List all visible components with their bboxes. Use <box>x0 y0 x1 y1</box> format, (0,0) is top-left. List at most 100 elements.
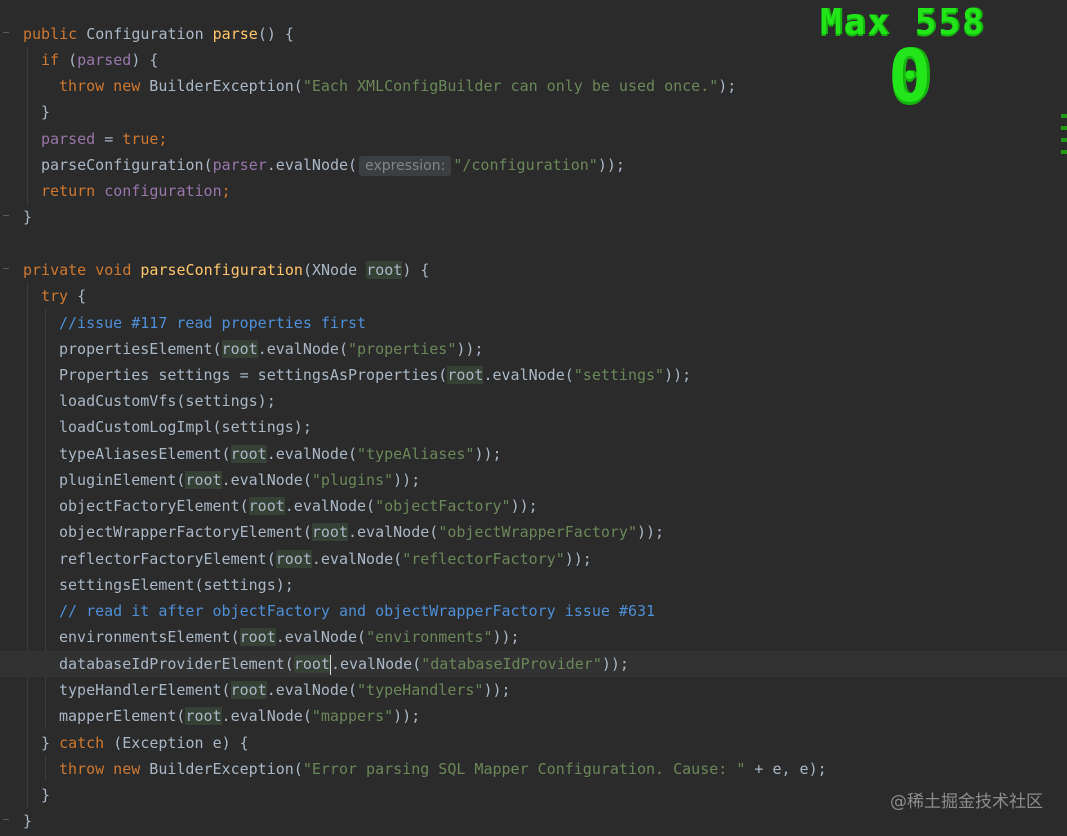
string-literal: "settings" <box>573 366 665 384</box>
keyword: catch <box>59 734 105 752</box>
code-text: .evalNode( <box>275 628 367 646</box>
code-text: } <box>23 208 33 226</box>
code-line[interactable]: } catch (Exception e) { <box>0 730 1067 756</box>
code-text: reflectorFactoryElement( <box>59 550 276 568</box>
code-text: typeHandlerElement( <box>59 681 231 699</box>
code-text: pluginElement( <box>59 471 186 489</box>
code-line[interactable]: loadCustomLogImpl(settings); <box>0 414 1067 440</box>
code-text: .evalNode( <box>266 156 358 174</box>
code-text: )); <box>601 655 629 673</box>
code-text: () { <box>257 25 294 43</box>
code-text: environmentsElement( <box>59 628 240 646</box>
counter-value: 0 <box>888 34 932 118</box>
code-line[interactable]: typeAliasesElement(root.evalNode("typeAl… <box>0 441 1067 467</box>
code-line[interactable]: loadCustomVfs(settings); <box>0 388 1067 414</box>
type-name: Configuration <box>77 25 213 43</box>
root-reference: root <box>221 340 258 358</box>
code-line[interactable]: throw new BuilderException("Error parsin… <box>0 756 1067 782</box>
code-text: )); <box>492 628 520 646</box>
code-text: ) { <box>402 261 430 279</box>
code-line[interactable]: propertiesElement(root.evalNode("propert… <box>0 336 1067 362</box>
field-name: parsed <box>77 51 132 69</box>
code-editor[interactable]: public Configuration parse() { if (parse… <box>0 0 1067 836</box>
root-reference: root <box>230 681 267 699</box>
code-line[interactable]: objectWrapperFactoryElement(root.evalNod… <box>0 519 1067 545</box>
code-text: } <box>41 786 51 804</box>
code-line[interactable]: parsed = true; <box>0 126 1067 152</box>
root-reference: root <box>185 707 222 725</box>
string-literal: "mappers" <box>311 707 394 725</box>
scrollbar-marker[interactable] <box>1061 138 1067 142</box>
code-line[interactable]: return configuration; <box>0 178 1067 204</box>
root-reference: root <box>230 445 267 463</box>
code-comment: //issue #117 read properties first <box>59 314 367 332</box>
fold-marker-icon[interactable] <box>3 819 9 823</box>
code-text: .evalNode( <box>311 550 403 568</box>
code-text: { <box>68 287 87 305</box>
code-line[interactable]: objectFactoryElement(root.evalNode("obje… <box>0 493 1067 519</box>
code-text: .evalNode( <box>221 707 312 725</box>
code-line[interactable]: typeHandlerElement(root.evalNode("typeHa… <box>0 677 1067 703</box>
code-text: )); <box>474 445 502 463</box>
root-reference: root <box>293 655 330 673</box>
fold-marker-icon[interactable] <box>3 215 9 219</box>
root-reference: root <box>185 471 222 489</box>
method-name: parse <box>212 25 258 43</box>
code-text: databaseIdProviderElement( <box>59 655 294 673</box>
keyword: throw new <box>59 77 141 95</box>
string-literal: "databaseIdProvider" <box>421 655 602 673</box>
code-line[interactable]: reflectorFactoryElement(root.evalNode("r… <box>0 546 1067 572</box>
fold-marker-icon[interactable] <box>3 32 9 36</box>
code-text: .evalNode( <box>330 655 422 673</box>
keyword: throw new <box>59 760 141 778</box>
code-text: objectWrapperFactoryElement( <box>59 523 312 541</box>
code-line[interactable]: } <box>0 204 1067 230</box>
code-line[interactable]: Properties settings = settingsAsProperti… <box>0 362 1067 388</box>
fold-marker-icon[interactable] <box>3 268 9 272</box>
code-text: )); <box>564 550 592 568</box>
string-literal: "typeAliases" <box>357 445 475 463</box>
code-line[interactable]: parseConfiguration(parser.evalNode(expre… <box>0 152 1067 178</box>
code-text: ; <box>221 182 231 200</box>
keyword: try <box>41 287 69 305</box>
scrollbar-marker[interactable] <box>1061 150 1067 154</box>
parameter-name: root <box>366 261 403 279</box>
code-text: Properties settings = settingsAsProperti… <box>59 366 448 384</box>
scrollbar-marker[interactable] <box>1061 114 1067 118</box>
root-reference: root <box>447 366 484 384</box>
string-literal: "Error parsing SQL Mapper Configuration.… <box>302 760 746 778</box>
code-line[interactable]: settingsElement(settings); <box>0 572 1067 598</box>
code-line-current[interactable]: databaseIdProviderElement(root.evalNode(… <box>0 651 1067 677</box>
field-name: parser <box>212 156 267 174</box>
code-line[interactable]: environmentsElement(root.evalNode("envir… <box>0 624 1067 650</box>
code-text: typeAliasesElement( <box>59 445 231 463</box>
keyword: return <box>41 182 96 200</box>
code-text: (XNode <box>302 261 367 279</box>
string-literal: "properties" <box>348 340 457 358</box>
string-literal: "plugins" <box>311 471 394 489</box>
method-call: parseConfiguration <box>41 156 204 174</box>
string-literal: "Each XMLConfigBuilder can only be used … <box>302 77 719 95</box>
code-line[interactable]: //issue #117 read properties first <box>0 310 1067 336</box>
field-name: parsed <box>41 130 96 148</box>
scrollbar-marker[interactable] <box>1061 126 1067 130</box>
code-text: loadCustomVfs(settings); <box>59 392 276 410</box>
code-text: ); <box>718 77 737 95</box>
code-line[interactable]: private void parseConfiguration(XNode ro… <box>0 257 1067 283</box>
code-line[interactable]: pluginElement(root.evalNode("plugins")); <box>0 467 1067 493</box>
code-line[interactable]: // read it after objectFactory and objec… <box>0 598 1067 624</box>
parameter-hint: expression: <box>359 156 452 176</box>
code-line[interactable]: mapperElement(root.evalNode("mappers")); <box>0 703 1067 729</box>
code-line[interactable]: try { <box>0 283 1067 309</box>
code-text: } <box>23 812 33 830</box>
method-name: parseConfiguration <box>140 261 303 279</box>
code-text: .evalNode( <box>483 366 574 384</box>
code-text: } <box>41 734 60 752</box>
code-text: BuilderException( <box>140 77 303 95</box>
code-text: loadCustomLogImpl(settings); <box>59 418 312 436</box>
code-text: )); <box>393 707 421 725</box>
code-text: = <box>95 130 123 148</box>
root-reference: root <box>275 550 312 568</box>
code-text: (Exception e) { <box>104 734 249 752</box>
